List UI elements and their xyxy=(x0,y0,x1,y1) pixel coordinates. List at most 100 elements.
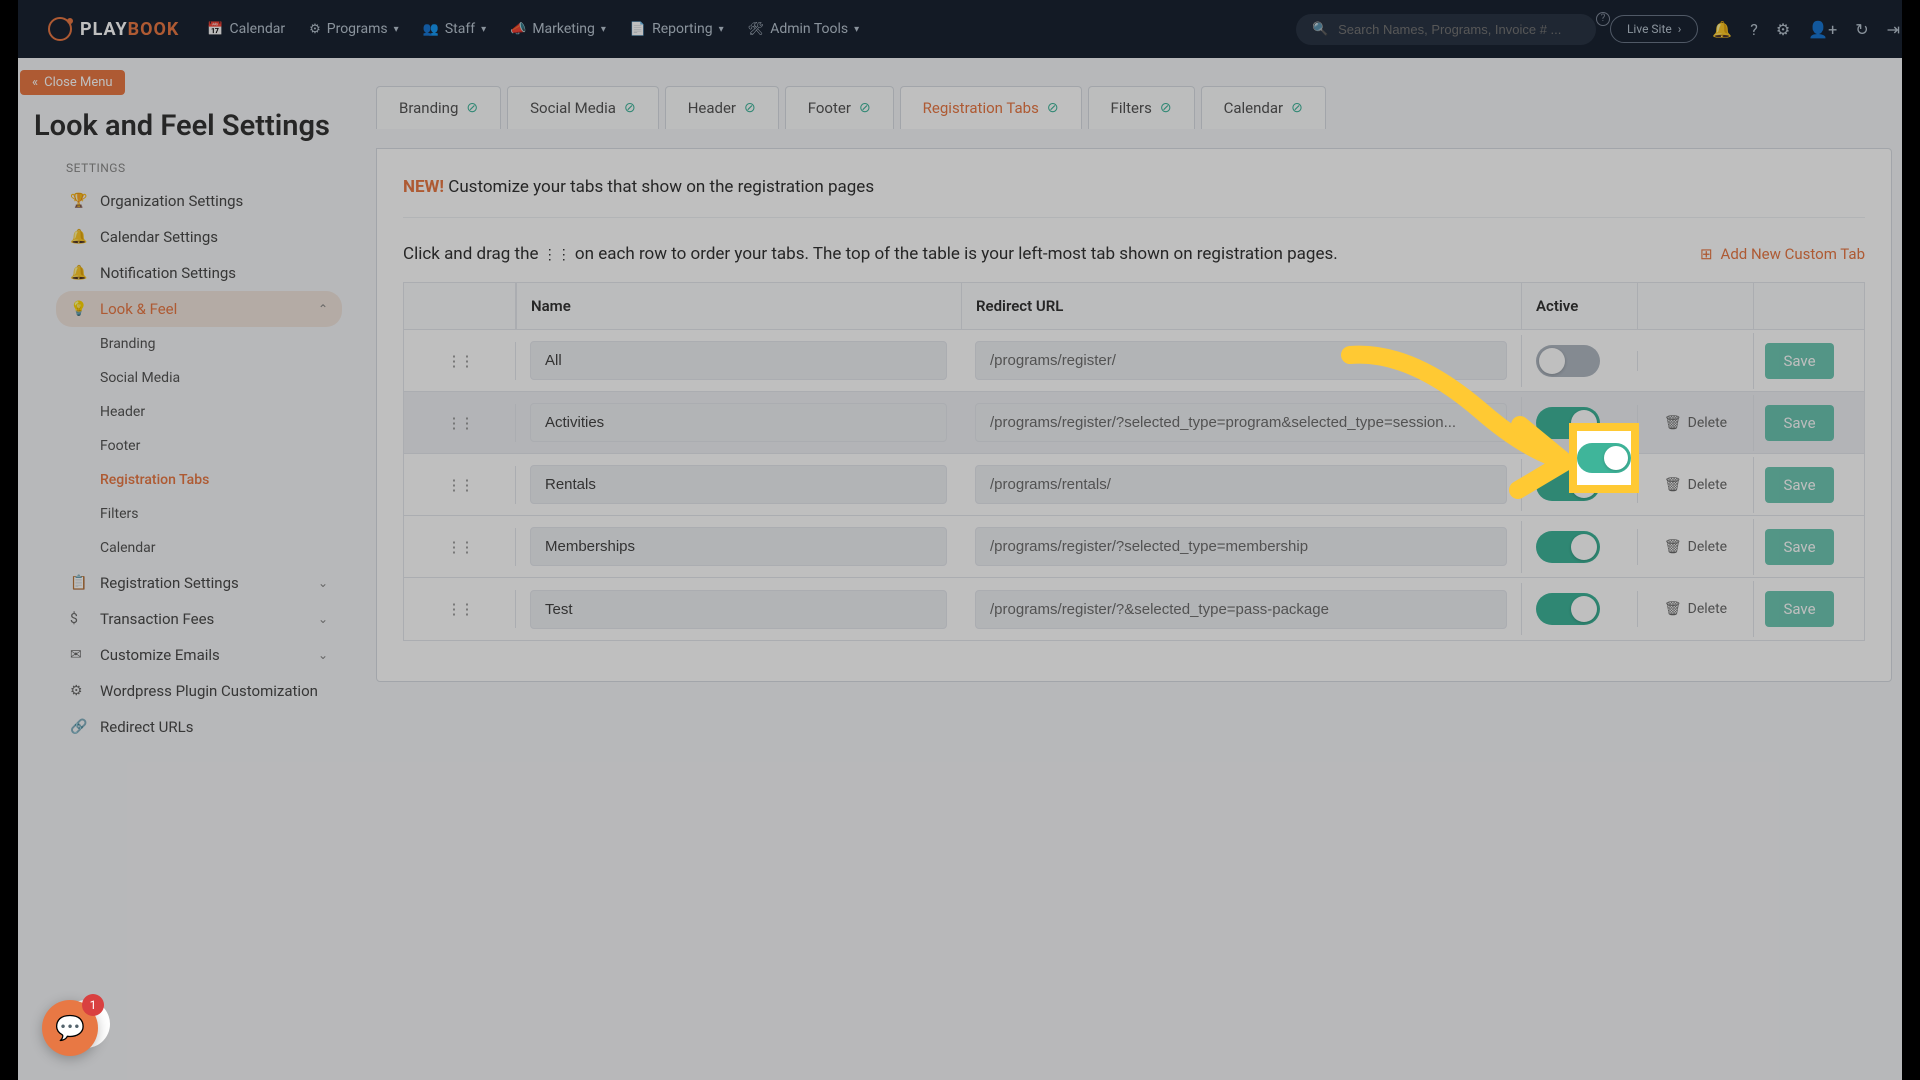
save-button[interactable]: Save xyxy=(1765,591,1833,627)
side-menu: 🏆Organization Settings🔔Calendar Settings… xyxy=(56,183,342,745)
nav-item-reporting[interactable]: 📄Reporting▾ xyxy=(630,21,724,37)
sidebar-icon: ✉ xyxy=(70,647,88,663)
sidebar-label: Filters xyxy=(100,506,139,522)
sidebar-item-footer[interactable]: Footer xyxy=(56,429,342,463)
sidebar-item-social-media[interactable]: Social Media xyxy=(56,361,342,395)
tab-footer[interactable]: Footer⊘ xyxy=(785,86,894,129)
active-toggle[interactable] xyxy=(1536,345,1600,377)
name-input[interactable] xyxy=(530,465,947,504)
col-save-header xyxy=(1753,283,1845,329)
nav-item-admin-tools[interactable]: 🛠Admin Tools▾ xyxy=(748,21,859,37)
user-plus-icon[interactable]: 👤+ xyxy=(1808,20,1837,39)
sidebar-item-registration-tabs[interactable]: Registration Tabs xyxy=(56,463,342,497)
save-button[interactable]: Save xyxy=(1765,529,1833,565)
live-site-button[interactable]: Live Site › xyxy=(1610,15,1698,43)
url-input[interactable] xyxy=(975,590,1507,629)
name-input[interactable] xyxy=(530,403,947,442)
caret-down-icon: ▾ xyxy=(601,24,606,35)
delete-button[interactable]: 🗑Delete xyxy=(1637,591,1753,627)
active-toggle[interactable] xyxy=(1536,531,1600,563)
drag-handle-icon[interactable]: ⋮⋮ xyxy=(447,414,473,432)
delete-button[interactable]: 🗑Delete xyxy=(1637,405,1753,441)
main-panel: Branding⊘Social Media⊘Header⊘Footer⊘Regi… xyxy=(370,58,1920,1080)
sidebar-item-wordpress-plugin-customization[interactable]: ⚙Wordpress Plugin Customization xyxy=(56,673,342,709)
chat-widget[interactable]: 💬 1 xyxy=(42,1000,98,1056)
sidebar-item-redirect-urls[interactable]: 🔗Redirect URLs xyxy=(56,709,342,745)
delete-button[interactable]: 🗑Delete xyxy=(1637,467,1753,503)
sidebar-item-registration-settings[interactable]: 📋Registration Settings⌄ xyxy=(56,565,342,601)
sidebar-label: Social Media xyxy=(100,370,180,386)
tab-calendar[interactable]: Calendar⊘ xyxy=(1201,86,1326,129)
sidebar-label: Organization Settings xyxy=(100,192,243,210)
nav-icon: 📅 xyxy=(207,22,223,37)
url-input[interactable] xyxy=(975,403,1507,442)
search-box[interactable]: 🔍 ? xyxy=(1296,14,1596,45)
sidebar-item-notification-settings[interactable]: 🔔Notification Settings xyxy=(56,255,342,291)
tab-label: Header xyxy=(688,99,736,117)
chevron-up-icon: ⌃ xyxy=(318,302,328,316)
sidebar-item-calendar[interactable]: Calendar xyxy=(56,531,342,565)
help-icon[interactable]: ? xyxy=(1596,12,1610,26)
url-input[interactable] xyxy=(975,527,1507,566)
save-button[interactable]: Save xyxy=(1765,343,1833,379)
delete-label: Delete xyxy=(1688,601,1727,617)
active-toggle[interactable] xyxy=(1536,593,1600,625)
nav-icon: ⚙ xyxy=(309,22,321,37)
logo[interactable]: PLAYBOOK xyxy=(48,17,179,41)
tab-registration-tabs[interactable]: Registration Tabs⊘ xyxy=(900,86,1082,129)
annotation-highlight xyxy=(1569,423,1639,493)
drag-handle-icon[interactable]: ⋮⋮ xyxy=(447,538,473,556)
tab-label: Filters xyxy=(1111,99,1152,117)
sidebar-label: Wordpress Plugin Customization xyxy=(100,682,318,700)
sidebar-item-customize-emails[interactable]: ✉Customize Emails⌄ xyxy=(56,637,342,673)
url-input[interactable] xyxy=(975,341,1507,380)
sidebar-item-look-feel[interactable]: 💡Look & Feel⌃ xyxy=(56,291,342,327)
add-btn-label: Add New Custom Tab xyxy=(1721,245,1865,263)
panel: NEW! Customize your tabs that show on th… xyxy=(376,148,1892,682)
table-row: ⋮⋮ 🗑Delete Save xyxy=(404,392,1864,454)
bell-icon[interactable]: 🔔 xyxy=(1712,20,1732,39)
sidebar-item-header[interactable]: Header xyxy=(56,395,342,429)
name-input[interactable] xyxy=(530,527,947,566)
name-input[interactable] xyxy=(530,341,947,380)
delete-button[interactable]: 🗑Delete xyxy=(1637,529,1753,565)
col-drag-header xyxy=(404,283,516,329)
gear-icon[interactable]: ⚙ xyxy=(1776,20,1790,39)
sidebar-item-transaction-fees[interactable]: $Transaction Fees⌄ xyxy=(56,601,342,637)
page-title: Look and Feel Settings xyxy=(34,109,370,143)
question-icon[interactable]: ? xyxy=(1750,20,1758,39)
sidebar-label: Transaction Fees xyxy=(100,610,214,628)
col-name-header: Name xyxy=(516,283,961,329)
search-icon: 🔍 xyxy=(1312,22,1328,37)
highlighted-toggle[interactable] xyxy=(1577,443,1631,473)
sidebar-item-organization-settings[interactable]: 🏆Organization Settings xyxy=(56,183,342,219)
save-button[interactable]: Save xyxy=(1765,405,1833,441)
sidebar-item-filters[interactable]: Filters xyxy=(56,497,342,531)
chevron-down-icon: ⌄ xyxy=(318,612,328,626)
sidebar-item-branding[interactable]: Branding xyxy=(56,327,342,361)
tab-filters[interactable]: Filters⊘ xyxy=(1088,86,1195,129)
save-button[interactable]: Save xyxy=(1765,467,1833,503)
close-menu-button[interactable]: « Close Menu xyxy=(20,70,125,95)
sidebar-label: Registration Settings xyxy=(100,574,239,592)
sidebar-item-calendar-settings[interactable]: 🔔Calendar Settings xyxy=(56,219,342,255)
trash-icon: 🗑 xyxy=(1664,477,1682,493)
search-input[interactable] xyxy=(1338,22,1580,37)
table-row: ⋮⋮ 🗑Delete Save xyxy=(404,454,1864,516)
drag-handle-icon[interactable]: ⋮⋮ xyxy=(447,476,473,494)
tab-header[interactable]: Header⊘ xyxy=(665,86,779,129)
url-input[interactable] xyxy=(975,465,1507,504)
nav-item-calendar[interactable]: 📅Calendar xyxy=(207,21,285,37)
history-icon[interactable]: ↻ xyxy=(1855,20,1868,39)
nav-item-programs[interactable]: ⚙Programs▾ xyxy=(309,21,399,37)
add-custom-tab-button[interactable]: ⊞ Add New Custom Tab xyxy=(1700,245,1865,263)
tab-social-media[interactable]: Social Media⊘ xyxy=(507,86,659,129)
drag-handle-icon[interactable]: ⋮⋮ xyxy=(447,352,473,370)
tab-label: Branding xyxy=(399,99,458,117)
nav-item-staff[interactable]: 👥Staff▾ xyxy=(423,21,486,37)
drag-handle-icon[interactable]: ⋮⋮ xyxy=(447,600,473,618)
name-input[interactable] xyxy=(530,590,947,629)
nav-item-marketing[interactable]: 📣Marketing▾ xyxy=(510,21,606,37)
logout-icon[interactable]: ⇥ xyxy=(1887,20,1900,39)
tab-branding[interactable]: Branding⊘ xyxy=(376,86,501,129)
